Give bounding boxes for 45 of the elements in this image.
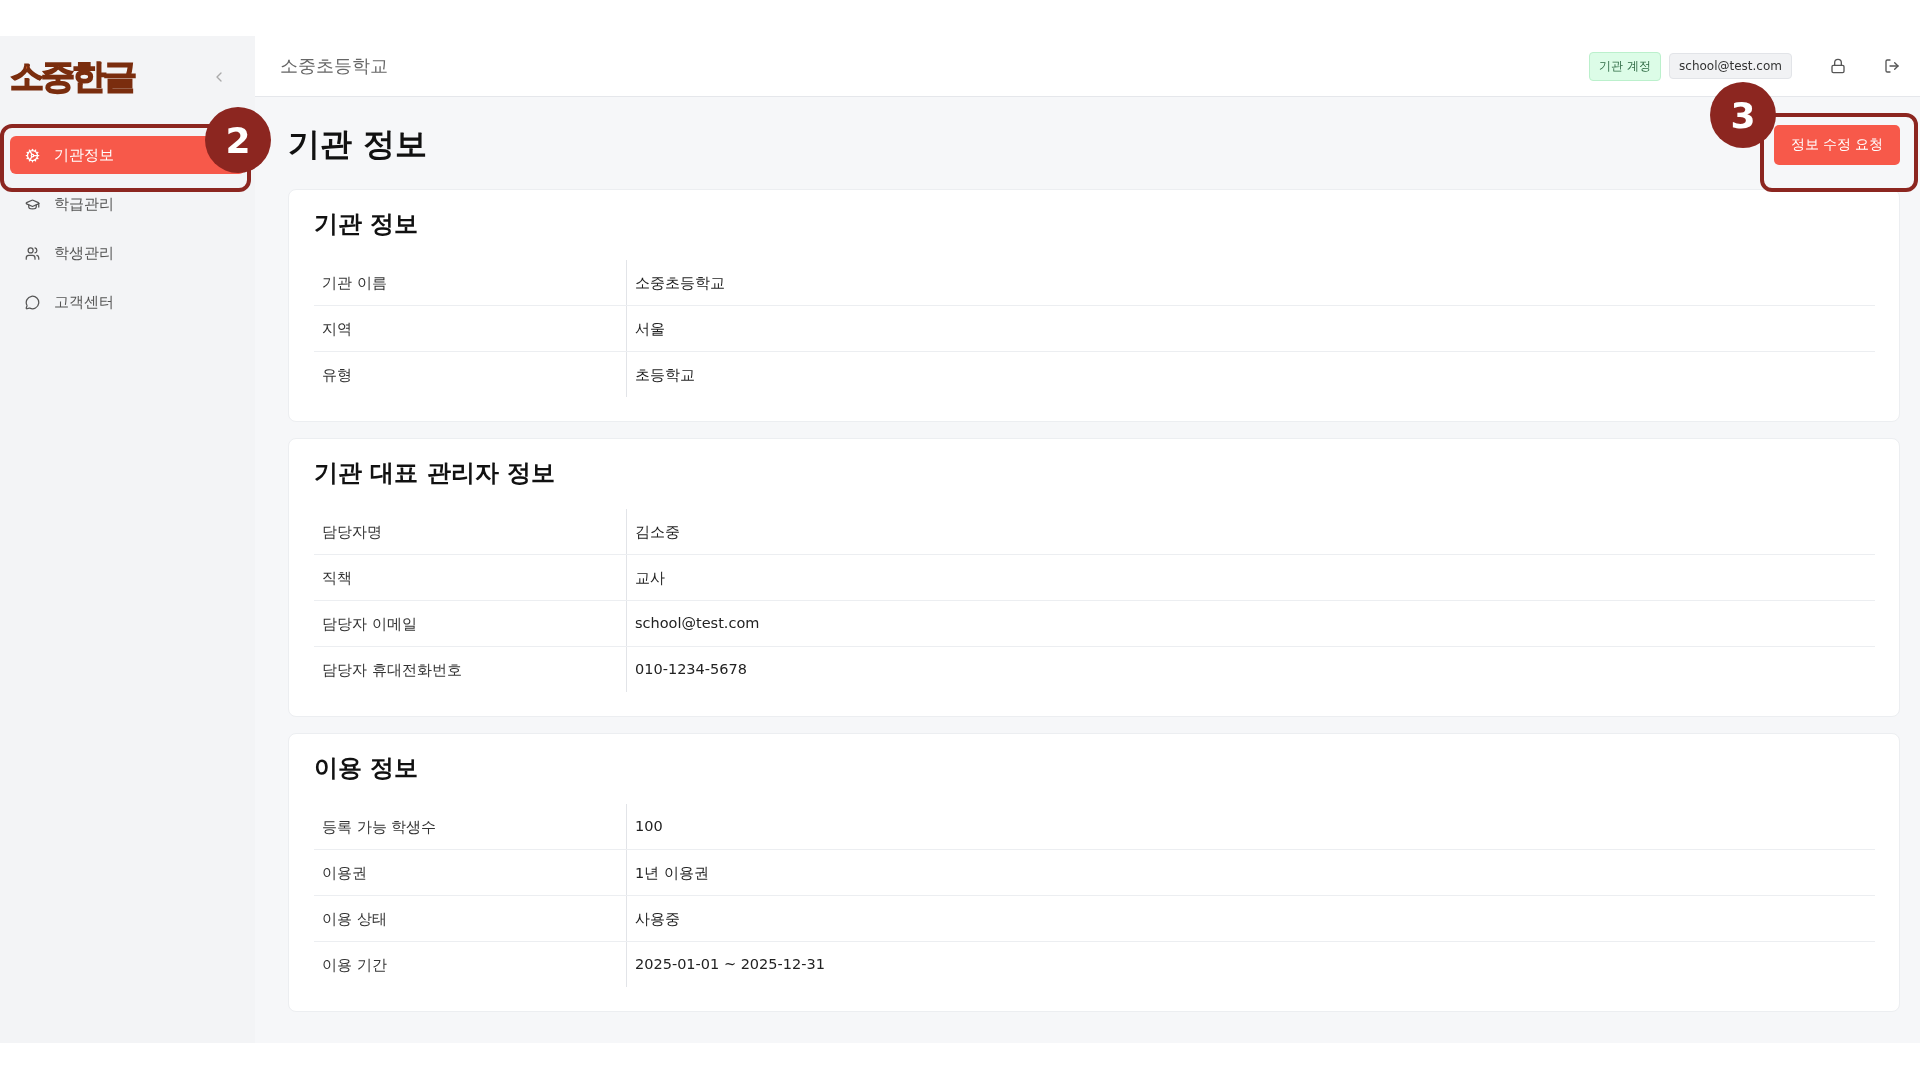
field-label: 담당자 휴대전화번호	[314, 647, 627, 692]
field-value: 2025-01-01 ~ 2025-12-31	[634, 955, 826, 974]
sidebar-item-label: 학급관리	[54, 194, 114, 214]
field-label: 담당자명	[314, 509, 627, 554]
sidebar-item[interactable]: 학급관리	[10, 185, 245, 223]
field-label: 직책	[314, 555, 627, 600]
page-title: 기관 정보	[288, 124, 428, 165]
logout-button[interactable]	[1884, 58, 1900, 74]
lock-button[interactable]	[1830, 58, 1846, 74]
field-label: 담당자 이메일	[314, 601, 627, 646]
logout-icon	[1884, 58, 1900, 74]
school-name: 소중초등학교	[280, 54, 389, 78]
field-value: 김소중	[634, 523, 681, 542]
field-label: 유형	[314, 352, 627, 397]
sidebar-item-label: 학생관리	[54, 243, 114, 263]
account-badge: school@test.com	[1669, 53, 1792, 79]
field-value: 소중초등학교	[634, 274, 726, 293]
card-title: 기관 정보	[314, 209, 420, 240]
field-value: 100	[634, 817, 664, 836]
lock-icon	[1830, 58, 1846, 74]
menu-icon	[25, 147, 40, 163]
card-title: 기관 대표 관리자 정보	[314, 458, 557, 489]
field-value: 1년 이용권	[634, 864, 710, 883]
role-badge: 기관 계정	[1589, 51, 1662, 81]
sidebar-item[interactable]: 학생관리	[10, 234, 245, 272]
menu-icon	[25, 196, 40, 212]
field-label: 등록 가능 학생수	[314, 804, 627, 849]
field-label: 기관 이름	[314, 260, 627, 305]
logo: 소중한글	[10, 55, 134, 98]
sidebar-item-label: 기관정보	[54, 145, 114, 165]
sidebar-item-label: 고객센터	[54, 292, 114, 312]
field-label: 이용 상태	[314, 896, 627, 941]
sidebar-item[interactable]: 고객센터	[10, 283, 245, 321]
field-value: 서울	[634, 320, 666, 339]
field-label: 지역	[314, 306, 627, 351]
field-value: 교사	[634, 569, 666, 588]
field-value: 사용중	[634, 910, 681, 929]
card-title: 이용 정보	[314, 753, 420, 784]
field-value: school@test.com	[634, 614, 761, 633]
menu-icon	[25, 294, 40, 310]
field-value: 010-1234-5678	[634, 660, 748, 679]
field-label: 이용 기간	[314, 942, 627, 987]
field-label: 이용권	[314, 850, 627, 895]
field-value: 초등학교	[634, 366, 696, 385]
menu-icon	[25, 245, 40, 261]
